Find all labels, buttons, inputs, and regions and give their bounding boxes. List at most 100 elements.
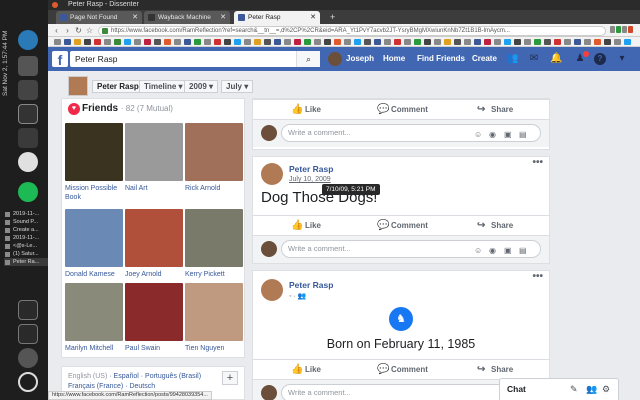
gif-icon[interactable]: ▣	[504, 243, 512, 259]
bookmark-icon[interactable]	[224, 39, 231, 45]
timeline-month-select[interactable]: July ▾	[221, 80, 254, 93]
bookmark-icon[interactable]	[354, 39, 361, 45]
comment-button[interactable]: 💬 Comment	[377, 104, 428, 115]
clipboard-icon[interactable]	[18, 128, 38, 148]
tab-close-icon[interactable]: ✕	[132, 11, 138, 24]
bookmark-icon[interactable]	[564, 39, 571, 45]
bookmark-icon[interactable]	[104, 39, 111, 45]
bookmark-icon[interactable]	[614, 39, 621, 45]
search-input[interactable]: Peter Rasp ⌕	[70, 51, 320, 67]
task-item[interactable]: 2019-11-...	[4, 210, 48, 218]
tab-peter-rasp[interactable]: Peter Rasp ✕	[234, 11, 320, 24]
bookmark-icon[interactable]	[394, 39, 401, 45]
like-button[interactable]: 👍 Like	[291, 104, 321, 115]
friend-tile[interactable]: Paul Swain	[125, 283, 183, 353]
share-button[interactable]: ↪ Share	[477, 220, 513, 231]
bookmark-icon[interactable]	[284, 39, 291, 45]
friend-name[interactable]: Donald Kamese	[65, 270, 123, 279]
bookmark-icon[interactable]	[304, 39, 311, 45]
media-icon[interactable]	[18, 80, 38, 100]
address-bar[interactable]: https://www.facebook.com/RamReflection?r…	[98, 25, 606, 36]
profile-link[interactable]: Joseph	[328, 52, 374, 66]
friend-name[interactable]: Mission Possible Book	[65, 184, 123, 202]
bookmark-icon[interactable]	[54, 39, 61, 45]
bookmark-icon[interactable]	[594, 39, 601, 45]
back-icon[interactable]: ‹	[52, 26, 61, 35]
friend-name[interactable]: Kerry Pickett	[185, 270, 243, 279]
task-item[interactable]: Peter Ra...	[4, 258, 48, 266]
task-item[interactable]: 2019-11-...	[4, 234, 48, 242]
friend-name[interactable]: Nail Art	[125, 184, 183, 193]
extension-icon[interactable]	[628, 26, 633, 33]
task-item[interactable]: <@s-Le...	[4, 242, 48, 250]
post-date[interactable]: July 10, 2009	[289, 176, 331, 183]
friend-name[interactable]: Joey Arnold	[125, 270, 183, 279]
comment-button[interactable]: 💬 Comment	[377, 364, 428, 375]
bookmark-icon[interactable]	[434, 39, 441, 45]
language-links[interactable]: · Español · Português (Brasil)	[109, 373, 201, 380]
emoji-icon[interactable]: ☺	[474, 243, 482, 259]
bookmark-icon[interactable]	[274, 39, 281, 45]
task-item[interactable]: Sound P...	[4, 218, 48, 226]
friend-tile[interactable]: Marilyn Mitchell	[65, 283, 123, 353]
bookmark-icon[interactable]	[244, 39, 251, 45]
emoji-icon[interactable]: ☺	[474, 127, 482, 143]
bookmark-icon[interactable]	[204, 39, 211, 45]
bookmark-icon[interactable]	[554, 39, 561, 45]
friend-tile[interactable]: Rick Arnold	[185, 123, 243, 193]
new-message-icon[interactable]: ✎	[570, 384, 578, 395]
bookmark-icon[interactable]	[484, 39, 491, 45]
terminal-icon[interactable]	[18, 104, 38, 124]
bookmark-icon[interactable]	[494, 39, 501, 45]
sticker-icon[interactable]: ▤	[519, 243, 527, 259]
extension-icon[interactable]	[610, 26, 615, 33]
friend-tile[interactable]: Mission Possible Book	[65, 123, 123, 202]
comment-input[interactable]: Write a comment... ☺ ◉ ▣ ▤	[281, 124, 541, 142]
window-close-icon[interactable]	[52, 2, 58, 8]
bookmark-icon[interactable]	[84, 39, 91, 45]
like-button[interactable]: 👍 Like	[291, 364, 321, 375]
friend-tile[interactable]: Joey Arnold	[125, 209, 183, 279]
bookmark-icon[interactable]	[254, 39, 261, 45]
monitor-icon[interactable]	[18, 300, 38, 320]
bookmark-icon[interactable]	[604, 39, 611, 45]
bookmark-icon[interactable]	[574, 39, 581, 45]
friend-tile[interactable]: Nail Art	[125, 123, 183, 193]
timeline-name-button[interactable]: Peter Rasp	[92, 80, 144, 93]
bookmark-icon[interactable]	[334, 39, 341, 45]
avatar[interactable]	[68, 76, 88, 96]
bookmark-icon[interactable]	[234, 39, 241, 45]
bookmark-icon[interactable]	[184, 39, 191, 45]
bookmark-icon[interactable]	[364, 39, 371, 45]
bookmark-icon[interactable]	[474, 39, 481, 45]
power-icon[interactable]	[18, 372, 38, 392]
bookmark-icon[interactable]	[64, 39, 71, 45]
app-launcher-icon[interactable]	[18, 30, 38, 50]
notifications-icon[interactable]: 🔔	[550, 53, 562, 65]
bookmark-icon[interactable]	[264, 39, 271, 45]
help-icon[interactable]: ?	[594, 53, 606, 65]
nav-find-friends[interactable]: Find Friends	[417, 52, 465, 66]
friend-tile[interactable]: Kerry Pickett	[185, 209, 243, 279]
friend-name[interactable]: Tien Nguyen	[185, 344, 243, 353]
camera-icon[interactable]: ◉	[489, 243, 496, 259]
avatar[interactable]	[261, 163, 283, 185]
avatar[interactable]	[261, 279, 283, 301]
task-item[interactable]: Create a...	[4, 226, 48, 234]
bookmark-icon[interactable]	[344, 39, 351, 45]
friend-name[interactable]: Marilyn Mitchell	[65, 344, 123, 353]
more-options-icon[interactable]: •••	[532, 157, 543, 168]
comment-button[interactable]: 💬 Comment	[377, 220, 428, 231]
tab-close-icon[interactable]: ✕	[220, 11, 226, 24]
facebook-logo-icon[interactable]: f	[52, 51, 68, 68]
messenger-icon[interactable]: ✉	[528, 53, 540, 65]
gif-icon[interactable]: ▣	[504, 127, 512, 143]
extension-icon[interactable]	[622, 26, 627, 33]
new-tab-button[interactable]: +	[330, 11, 335, 23]
chat-settings-icon[interactable]: ⚙	[602, 384, 610, 395]
bookmark-icon[interactable]	[94, 39, 101, 45]
friend-name[interactable]: Rick Arnold	[185, 184, 243, 193]
bookmark-icon[interactable]	[534, 39, 541, 45]
more-options-icon[interactable]: •••	[532, 271, 543, 282]
bookmark-icon[interactable]	[464, 39, 471, 45]
